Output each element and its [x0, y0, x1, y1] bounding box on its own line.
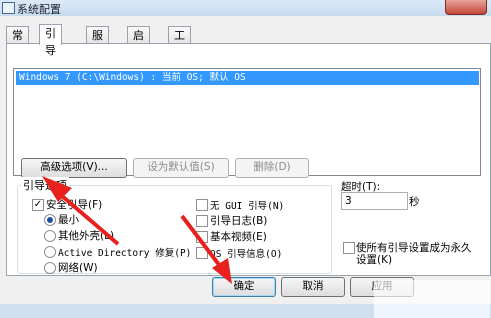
window-title: 系统配置 — [17, 3, 61, 16]
arrow-to-ok — [180, 214, 225, 272]
title-bar: 系统配置 — [0, 0, 491, 16]
msconfig-icon — [2, 2, 15, 14]
tab-boot[interactable]: 引导 — [39, 24, 62, 57]
close-button[interactable] — [445, 0, 487, 15]
watermark-overlay — [374, 280, 490, 318]
arrow-to-safe-boot — [60, 194, 120, 246]
system-config-dialog: 常规 引导 服务 启动 工具 Windows 7 (C:\Windows) : … — [0, 16, 491, 318]
annotation-arrows — [42, 176, 232, 284]
